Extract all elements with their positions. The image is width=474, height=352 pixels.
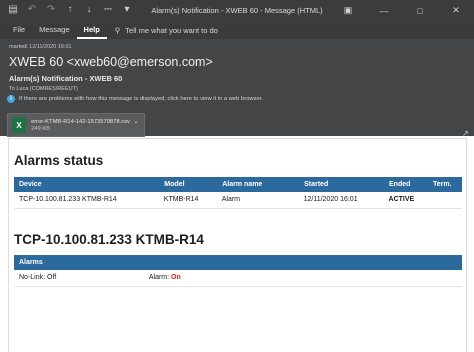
device-heading: TCP-10.100.81.233 KTMB-R14 bbox=[14, 232, 204, 247]
info-text[interactable]: If there are problems with how this mess… bbox=[19, 96, 263, 102]
tab-help[interactable]: Help bbox=[76, 21, 107, 39]
recipient-name[interactable]: Luca (COMRES/REEUT) bbox=[16, 86, 77, 92]
attachment-info: error-KTMB-R14-142-1573570878.csv ⌄ 249 … bbox=[31, 119, 139, 132]
table-row: No-Link: Off Alarm: On bbox=[14, 270, 462, 287]
close-icon[interactable]: ✕ bbox=[438, 0, 474, 21]
alarms-header: Alarms bbox=[14, 255, 462, 270]
minimize-icon[interactable]: — bbox=[366, 0, 402, 21]
message-date: martedì 12/11/2020 16:01 bbox=[9, 44, 72, 50]
table-header-row: Alarms bbox=[14, 255, 462, 270]
column-ended: Ended bbox=[383, 177, 428, 192]
cell-no-link: No-Link: Off bbox=[14, 270, 144, 287]
tab-message[interactable]: Message bbox=[32, 21, 76, 39]
tab-file[interactable]: File bbox=[6, 21, 32, 39]
column-started: Started bbox=[298, 177, 385, 192]
column-model: Model bbox=[158, 177, 218, 192]
tell-me-box[interactable]: ⚲ Tell me what you want to do bbox=[107, 26, 218, 35]
cell-model: KTMB-R14 bbox=[158, 192, 217, 209]
cell-started: 12/11/2020 16:01 bbox=[298, 192, 384, 209]
cell-ended: ACTIVE bbox=[383, 192, 428, 209]
to-label: To bbox=[9, 86, 15, 92]
column-term: Term. bbox=[427, 177, 463, 192]
ribbon-display-icon[interactable]: ▣ bbox=[330, 0, 366, 21]
cell-alarm-state: Alarm: On bbox=[143, 270, 462, 287]
device-alarms-table: Alarms No-Link: Off Alarm: On bbox=[14, 255, 462, 287]
lightbulb-icon: ⚲ bbox=[114, 25, 121, 35]
window-controls: ▣ — □ ✕ bbox=[330, 0, 474, 21]
alarm-label: Alarm: bbox=[148, 274, 172, 282]
info-bar[interactable]: i If there are problems with how this me… bbox=[7, 95, 263, 103]
column-device: Device bbox=[14, 177, 160, 192]
cell-alarm-name: Alarm bbox=[216, 192, 299, 209]
column-alarm-name: Alarm name bbox=[216, 177, 300, 192]
alarms-status-heading: Alarms status bbox=[14, 153, 104, 168]
cell-term bbox=[427, 192, 462, 209]
message-body: Alarms status Device Model Alarm name St… bbox=[0, 138, 474, 352]
attachment-size: 249 KB bbox=[31, 125, 51, 132]
maximize-icon[interactable]: □ bbox=[402, 0, 438, 21]
chevron-down-icon[interactable]: ⌄ bbox=[134, 119, 139, 125]
title-bar: ▤ ↶ ↷ ↑ ↓ ⎓ ▾ Alarm(s) Notification - XW… bbox=[0, 0, 474, 21]
message-subject: Alarm(s) Notification - XWEB 60 bbox=[9, 74, 123, 83]
sender-address[interactable]: XWEB 60 <xweb60@emerson.com> bbox=[9, 55, 213, 69]
info-icon: i bbox=[7, 95, 15, 103]
cell-device: TCP-10.100.81.233 KTMB-R14 bbox=[14, 192, 159, 209]
email-content: Alarms status Device Model Alarm name St… bbox=[8, 138, 467, 352]
attachment-chip[interactable]: X error-KTMB-R14-142-1573570878.csv ⌄ 24… bbox=[7, 113, 145, 137]
attachment-name: error-KTMB-R14-142-1573570878.csv ⌄ bbox=[31, 118, 139, 125]
tell-me-text: Tell me what you want to do bbox=[125, 25, 218, 35]
recipient-line: To Luca (COMRES/REEUT) bbox=[9, 86, 78, 92]
alarm-value: On bbox=[171, 274, 181, 282]
ribbon-tabs: File Message Help ⚲ Tell me what you wan… bbox=[0, 21, 474, 39]
excel-file-icon: X bbox=[12, 117, 26, 133]
table-header-row: Device Model Alarm name Started Ended Te… bbox=[14, 177, 463, 192]
alarms-status-table: Device Model Alarm name Started Ended Te… bbox=[14, 177, 463, 209]
table-row: TCP-10.100.81.233 KTMB-R14 KTMB-R14 Alar… bbox=[14, 192, 462, 209]
